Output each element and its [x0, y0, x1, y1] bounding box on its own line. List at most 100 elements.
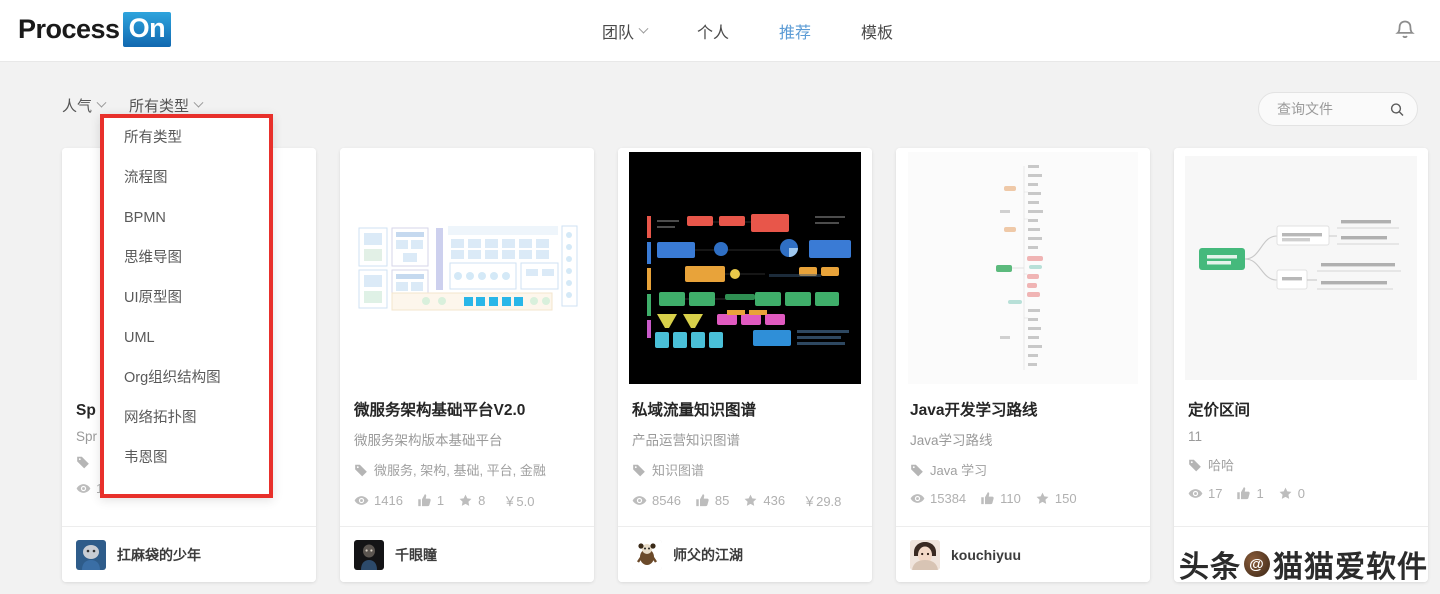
search-box[interactable] [1258, 92, 1418, 126]
dropdown-item-bpmn[interactable]: BPMN [104, 198, 269, 238]
card-thumbnail[interactable] [1174, 148, 1428, 388]
stat-stars-value: 150 [1055, 491, 1077, 506]
nav-item-personal[interactable]: 个人 [695, 15, 731, 47]
nav-item-recommend[interactable]: 推荐 [777, 15, 813, 47]
card-body: 私域流量知识图谱 产品运营知识图谱 知识图谱 8546 [618, 388, 872, 526]
card-tags: Java 学习 [910, 460, 1136, 479]
search-input[interactable] [1277, 101, 1389, 117]
dropdown-item-flowchart[interactable]: 流程图 [104, 158, 269, 198]
tag-icon [632, 463, 646, 477]
eye-icon [354, 493, 369, 508]
dropdown-item-org-chart[interactable]: Org组织结构图 [104, 358, 269, 398]
nav-label-team: 团队 [602, 19, 634, 43]
card-author-row[interactable]: kouchiyuu [896, 526, 1150, 582]
card-author-row[interactable]: 师父的江湖 [618, 526, 872, 582]
stat-likes: 1 [417, 493, 444, 508]
stat-likes-value: 110 [1000, 491, 1021, 506]
stat-likes-value: 1 [437, 493, 444, 508]
filter-sort-popularity[interactable]: 人气 [62, 95, 105, 116]
filter-type-all[interactable]: 所有类型 [129, 95, 202, 116]
card-stats: 15384 110 150 [910, 491, 1136, 506]
star-icon [743, 493, 758, 508]
nav-label-personal: 个人 [697, 19, 729, 43]
main-nav: 团队 个人 推荐 模板 [600, 0, 895, 62]
stat-likes-value: 85 [715, 493, 729, 508]
card-thumbnail[interactable] [896, 148, 1150, 388]
dropdown-item-venn[interactable]: 韦恩图 [104, 438, 269, 478]
type-filter-dropdown[interactable]: 所有类型 流程图 BPMN 思维导图 UI原型图 UML Org组织结构图 网络… [100, 114, 273, 498]
dropdown-item-network-topology[interactable]: 网络拓扑图 [104, 398, 269, 438]
filter-group: 人气 所有类型 [62, 95, 202, 116]
top-header: ProcessOn 团队 个人 推荐 模板 [0, 0, 1440, 62]
dropdown-item-all-types[interactable]: 所有类型 [104, 118, 269, 158]
card-thumbnail[interactable] [618, 148, 872, 388]
stat-stars: 0 [1278, 486, 1305, 501]
star-icon [1278, 486, 1293, 501]
dropdown-item-ui-prototype[interactable]: UI原型图 [104, 278, 269, 318]
thumbs-up-icon [1236, 486, 1251, 501]
stat-views-value: 1416 [374, 493, 403, 508]
watermark: 头条 @ 猫猫爱软件 [1179, 542, 1428, 586]
template-card[interactable]: 定价区间 11 哈哈 17 1 [1174, 148, 1428, 582]
processon-logo[interactable]: ProcessOn [18, 12, 171, 47]
stat-views: 1416 [354, 493, 403, 508]
roadmap-preview-image [908, 152, 1138, 384]
card-body: Java开发学习路线 Java学习路线 Java 学习 15384 [896, 388, 1150, 526]
card-tag-text: 知识图谱 [652, 460, 704, 479]
eye-icon [1188, 486, 1203, 501]
stat-stars: 8 [458, 493, 485, 508]
stat-views-value: 8546 [652, 493, 681, 508]
nav-item-template[interactable]: 模板 [859, 15, 895, 47]
author-name: 师父的江湖 [673, 545, 743, 565]
card-tags: 哈哈 [1188, 455, 1414, 474]
watermark-left-text: 头条 [1179, 542, 1241, 586]
stat-likes: 110 [980, 491, 1021, 506]
nav-label-template: 模板 [861, 19, 893, 43]
template-card[interactable]: 私域流量知识图谱 产品运营知识图谱 知识图谱 8546 [618, 148, 872, 582]
stat-likes: 1 [1236, 486, 1263, 501]
card-title: 微服务架构基础平台V2.0 [354, 398, 580, 420]
dropdown-item-uml[interactable]: UML [104, 318, 269, 358]
eye-icon [632, 493, 647, 508]
mindmap-preview-image [1185, 156, 1417, 380]
search-icon[interactable] [1389, 101, 1405, 118]
stat-likes: 85 [695, 493, 729, 508]
thumbs-up-icon [695, 493, 710, 508]
card-tags: 微服务, 架构, 基础, 平台, 金融 [354, 460, 580, 479]
card-price: ￥5.0 [503, 491, 534, 510]
dropdown-item-mindmap[interactable]: 思维导图 [104, 238, 269, 278]
notification-bell-button[interactable] [1392, 18, 1418, 44]
card-thumbnail[interactable] [340, 148, 594, 388]
architecture-preview-image [356, 223, 578, 313]
dark-infographic-preview-image [629, 152, 861, 384]
template-card[interactable]: 微服务架构基础平台V2.0 微服务架构版本基础平台 微服务, 架构, 基础, 平… [340, 148, 594, 582]
eye-icon [910, 491, 925, 506]
tag-icon [1188, 458, 1202, 472]
avatar [354, 540, 384, 570]
card-author-row[interactable]: 千眼瞳 [340, 526, 594, 582]
card-body: 微服务架构基础平台V2.0 微服务架构版本基础平台 微服务, 架构, 基础, 平… [340, 388, 594, 526]
card-stats: 8546 85 436 ￥29.8 [632, 491, 858, 510]
tag-icon [76, 455, 90, 469]
star-icon [458, 493, 473, 508]
card-tag-text: Java 学习 [930, 460, 987, 479]
card-tags: 知识图谱 [632, 460, 858, 479]
author-name: kouchiyuu [951, 547, 1021, 563]
filter-type-label: 所有类型 [129, 95, 189, 116]
card-body: 定价区间 11 哈哈 17 1 [1174, 388, 1428, 526]
nav-item-team[interactable]: 团队 [600, 15, 649, 47]
star-icon [1035, 491, 1050, 506]
filter-sort-label: 人气 [62, 95, 92, 116]
author-name: 扛麻袋的少年 [117, 545, 201, 565]
stat-views: 15384 [910, 491, 966, 506]
eye-icon [76, 481, 91, 496]
watermark-right-text: 猫猫爱软件 [1273, 542, 1428, 586]
template-card[interactable]: Java开发学习路线 Java学习路线 Java 学习 15384 [896, 148, 1150, 582]
stat-stars-value: 0 [1298, 486, 1305, 501]
stat-views-value: 17 [1208, 486, 1222, 501]
card-title: Java开发学习路线 [910, 398, 1136, 420]
card-title: 私域流量知识图谱 [632, 398, 858, 420]
tag-icon [910, 463, 924, 477]
tag-icon [354, 463, 368, 477]
card-author-row[interactable]: 扛麻袋的少年 [62, 526, 316, 582]
